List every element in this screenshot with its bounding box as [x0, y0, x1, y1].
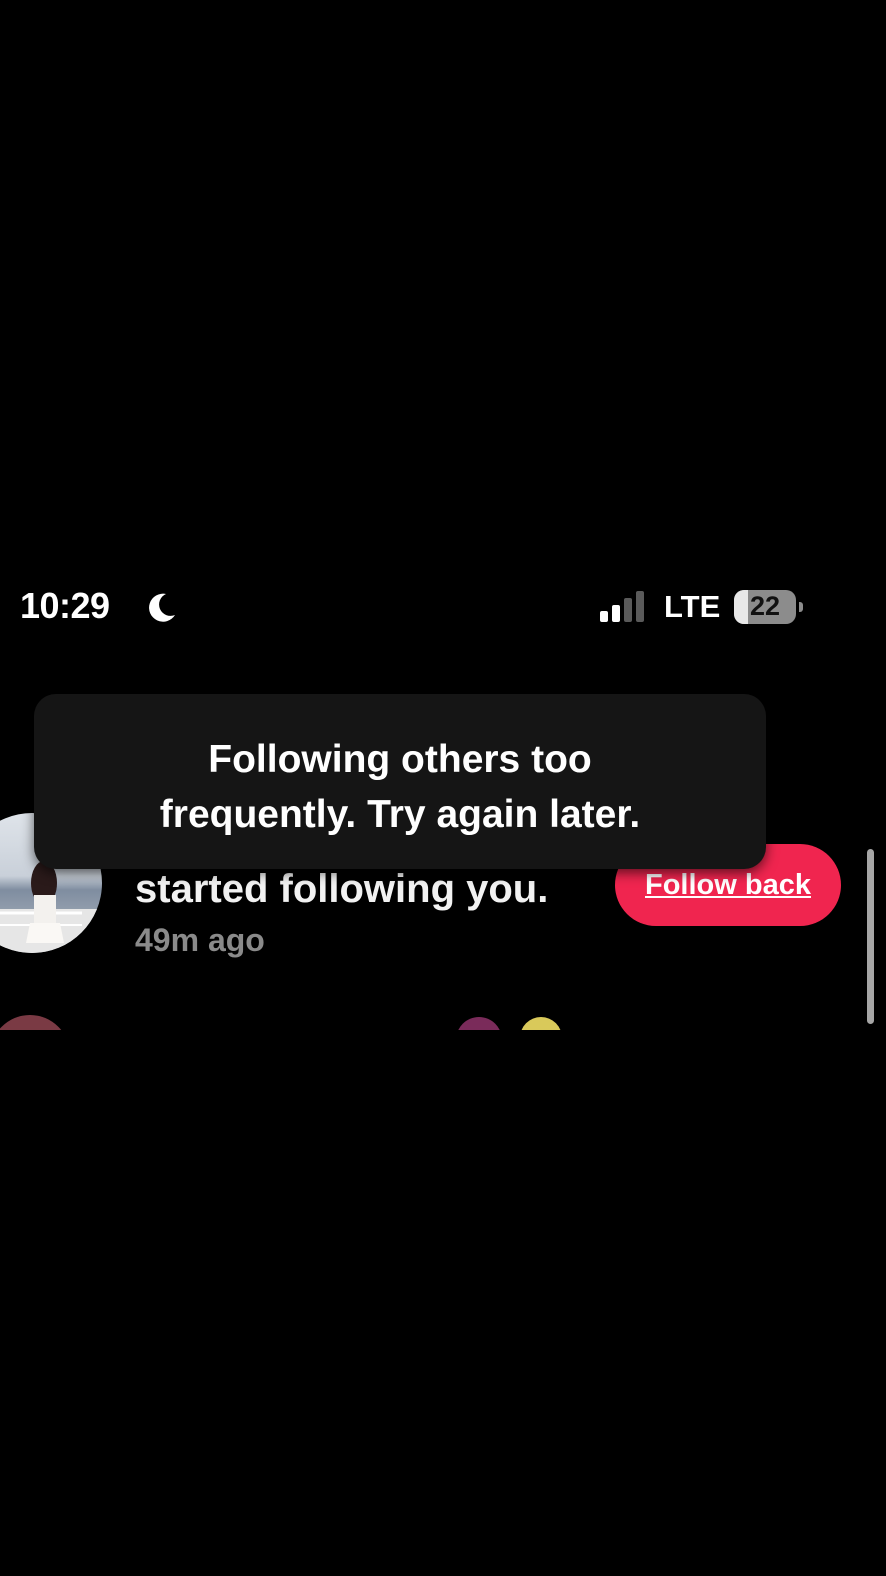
heart-emoji-icon: [456, 1017, 502, 1030]
battery-icon: 22: [734, 590, 796, 624]
battery-level: 22: [749, 591, 781, 621]
cellular-signal-icon: [600, 591, 644, 622]
notification-text: started following you.: [135, 867, 549, 911]
notification-time: 49m ago: [135, 922, 265, 958]
toast-notification: Following others too frequently. Try aga…: [34, 694, 766, 869]
status-bar: 10:29 LTE 22: [0, 577, 886, 637]
scrollbar[interactable]: [867, 849, 874, 1024]
smiley-emoji-icon: [520, 1017, 562, 1030]
screen: 10:29 LTE 22 started following you. 49m …: [0, 577, 886, 1030]
status-time: 10:29: [20, 585, 110, 626]
avatar[interactable]: [0, 1015, 70, 1030]
battery-cap: [799, 602, 803, 612]
moon-icon: [149, 593, 175, 622]
toast-line-1: Following others too: [208, 738, 592, 781]
toast-line-2: frequently. Try again later.: [159, 793, 641, 836]
next-notification-row[interactable]: [0, 1015, 886, 1030]
network-type: LTE: [664, 589, 721, 624]
toast-message: Following others too frequently. Try aga…: [74, 732, 726, 842]
